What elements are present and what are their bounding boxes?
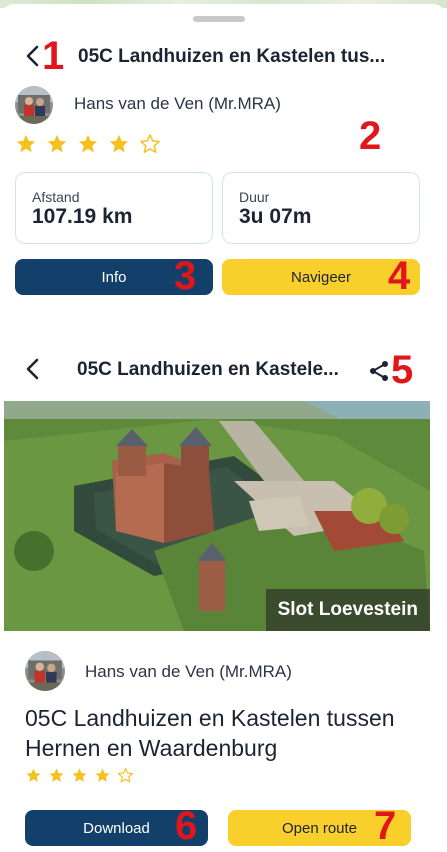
duration-label: Duur — [239, 189, 270, 205]
detail-title: 05C Landhuizen en Kastele... — [77, 359, 339, 380]
star-filled-icon — [48, 767, 65, 784]
star-empty-icon — [139, 133, 161, 155]
download-button-label: Download — [83, 819, 150, 837]
annotation-marker-1: 1 — [42, 34, 65, 78]
star-empty-icon — [117, 767, 134, 784]
rating-stars — [15, 133, 170, 155]
chevron-left-icon — [26, 358, 39, 380]
duration-card: Duur 3u 07m — [222, 172, 420, 244]
detail-back-button[interactable] — [22, 355, 44, 383]
annotation-marker-7: 7 — [374, 804, 397, 848]
star-filled-icon — [46, 133, 68, 155]
annotation-marker-2: 2 — [359, 114, 382, 158]
annotation-marker-4: 4 — [388, 254, 411, 298]
photo-caption: Slot Loevestein — [265, 589, 430, 631]
distance-label: Afstand — [32, 189, 80, 205]
star-filled-icon — [25, 767, 42, 784]
star-filled-icon — [71, 767, 88, 784]
route-name: 05C Landhuizen en Kastelen tussen Hernen… — [25, 705, 395, 761]
star-filled-icon — [94, 767, 111, 784]
sheet-grabber[interactable] — [193, 16, 245, 22]
share-icon — [370, 361, 388, 381]
detail-rating-stars — [25, 767, 140, 784]
annotation-marker-5: 5 — [391, 348, 414, 392]
detail-author-avatar[interactable] — [25, 651, 65, 691]
annotation-marker-3: 3 — [174, 254, 197, 298]
author-name[interactable]: Hans van de Ven (Mr.MRA) — [74, 94, 281, 114]
distance-value: 107.19 km — [32, 205, 133, 228]
star-filled-icon — [108, 133, 130, 155]
distance-card: Afstand 107.19 km — [15, 172, 213, 244]
duration-value: 3u 07m — [239, 205, 312, 228]
chevron-left-icon — [26, 45, 39, 67]
route-photo[interactable]: Slot Loevestein — [4, 401, 430, 631]
share-button[interactable] — [367, 359, 391, 383]
page-title: 05C Landhuizen en Kastelen tus... — [78, 46, 386, 67]
star-filled-icon — [77, 133, 99, 155]
author-avatar[interactable] — [15, 86, 53, 124]
detail-author-name[interactable]: Hans van de Ven (Mr.MRA) — [85, 662, 292, 682]
annotation-marker-6: 6 — [175, 804, 198, 848]
star-filled-icon — [15, 133, 37, 155]
open-route-button-label: Open route — [281, 819, 358, 837]
navigate-button-label: Navigeer — [290, 268, 352, 286]
info-button-label: Info — [101, 268, 127, 286]
back-button[interactable] — [22, 42, 44, 70]
